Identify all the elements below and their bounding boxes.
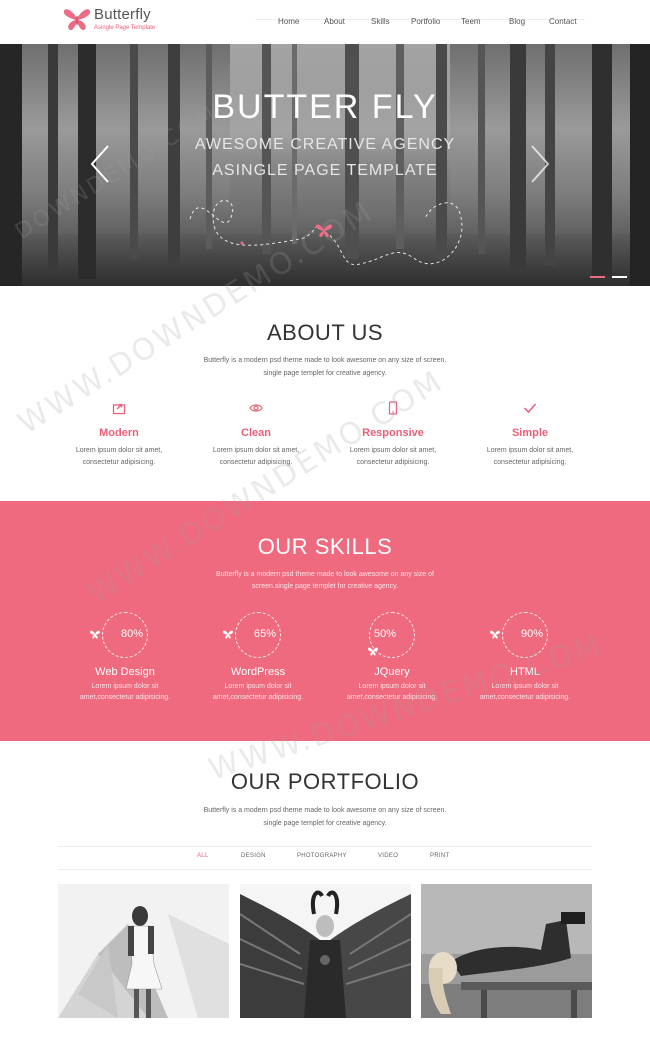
skill-percent: 80%: [121, 628, 144, 640]
feature-title: Clean: [241, 427, 271, 439]
portfolio-title: OUR PORTFOLIO: [230, 769, 420, 794]
nav-item-teem[interactable]: Teem: [461, 17, 481, 26]
skills-title: OUR SKILLS: [257, 534, 393, 559]
hero-title: BUTTER FLY: [212, 88, 438, 126]
filter-all[interactable]: ALL: [197, 853, 209, 859]
portfolio-item-3[interactable]: [421, 884, 592, 1018]
feature-text-line1: Lorem ipsum dolor sit amet,: [349, 447, 437, 454]
filter-video[interactable]: VIDEO: [378, 853, 398, 859]
butterfly-icon: [223, 630, 233, 639]
skill-web-design: 80% Web Design Lorem ipsum dolor sit ame…: [65, 612, 185, 703]
nav-item-contact[interactable]: Contact: [549, 17, 577, 26]
butterfly-icon: [368, 647, 378, 656]
slide-indicator-2[interactable]: [612, 276, 627, 278]
chevron-right-icon[interactable]: [528, 144, 552, 184]
feature-title: Modern: [99, 427, 139, 439]
filter-print[interactable]: PRINT: [430, 853, 450, 859]
skill-html: 90% HTML Lorem ipsum dolor sit amet,cons…: [465, 612, 585, 703]
feature-title: Responsive: [362, 427, 424, 439]
about-desc-line1: Butterfly is a modern psd theme made to …: [203, 357, 447, 364]
feature-text-line1: Lorem ipsum dolor sit amet,: [486, 447, 574, 454]
skill-percent: 90%: [521, 628, 544, 640]
nav-item-about[interactable]: About: [324, 17, 345, 26]
feature-text-line1: Lorem ipsum dolor sit amet,: [212, 447, 300, 454]
export-icon: [112, 403, 126, 415]
slide-indicator-1[interactable]: [590, 276, 605, 278]
skill-name: WordPress: [230, 666, 286, 678]
portfolio-image-woman: [58, 884, 229, 1018]
feature-text-line2: consectetur adipisicing.: [493, 459, 567, 466]
skills-desc-line2: screen.single page templet for creative …: [251, 583, 399, 590]
skill-text-line2: amet,consectetur adipisicing.: [212, 694, 304, 701]
skill-jquery: 50% JQuery Lorem ipsum dolor sit amet,co…: [332, 612, 452, 703]
portfolio-image-winged-figure: [240, 884, 411, 1018]
filter-divider-top: [58, 846, 592, 847]
feature-text-line2: consectetur adipisicing.: [356, 459, 430, 466]
eye-icon: [249, 404, 263, 412]
feature-text-line2: consectetur adipisicing.: [219, 459, 293, 466]
skill-name: JQuery: [374, 666, 410, 678]
main-nav: Home About Skills Portfolio Teem Blog Co…: [0, 17, 650, 29]
nav-item-blog[interactable]: Blog: [509, 17, 525, 26]
skill-percent: 65%: [254, 628, 277, 640]
feature-text-line2: consectetur adipisicing.: [82, 459, 156, 466]
portfolio-desc-line1: Butterfly is a modern psd theme made to …: [203, 807, 447, 814]
chevron-left-icon[interactable]: [88, 144, 112, 184]
skill-progress-ring: 50%: [368, 612, 415, 658]
nav-item-portfolio[interactable]: Portfolio: [411, 17, 440, 26]
skill-text-line1: Lorem ipsum dolor sit: [358, 683, 426, 690]
skill-text-line2: amet,consectetur adipisicing.: [479, 694, 571, 701]
skill-text-line1: Lorem ipsum dolor sit: [491, 683, 559, 690]
butterfly-icon: [490, 630, 500, 639]
skill-wordpress: 65% WordPress Lorem ipsum dolor sit amet…: [198, 612, 318, 703]
portfolio-item-2[interactable]: [240, 884, 411, 1018]
skill-progress-ring: 90%: [490, 612, 548, 658]
hero-slider: BUTTER FLY AWESOME CREATIVE AGENCY ASING…: [0, 44, 650, 286]
nav-item-home[interactable]: Home: [278, 17, 299, 26]
feature-simple: Simple Lorem ipsum dolor sit amet, conse…: [470, 401, 590, 469]
skill-percent: 50%: [374, 628, 397, 640]
portfolio-image-reclining-person: [421, 884, 592, 1018]
skill-name: HTML: [510, 666, 540, 678]
filter-photography[interactable]: PHOTOGRAPHY: [297, 853, 347, 859]
skill-text-line1: Lorem ipsum dolor sit: [224, 683, 292, 690]
feature-clean: Clean Lorem ipsum dolor sit amet, consec…: [196, 401, 316, 469]
filter-design[interactable]: DESIGN: [241, 853, 266, 859]
check-icon: [523, 403, 537, 414]
portfolio-item-1[interactable]: [58, 884, 229, 1018]
skill-text-line2: amet,consectetur adipisicing.: [346, 694, 438, 701]
skills-section: OUR SKILLS Butterfly is a modern psd the…: [0, 501, 650, 741]
feature-responsive: Responsive Lorem ipsum dolor sit amet, c…: [333, 401, 453, 469]
skill-name: Web Design: [95, 666, 155, 678]
feature-modern: Modern Lorem ipsum dolor sit amet, conse…: [59, 401, 179, 469]
feature-text-line1: Lorem ipsum dolor sit amet,: [75, 447, 163, 454]
filter-divider-bottom: [58, 869, 592, 870]
about-desc-line2: single page templet for creative agency.: [263, 370, 387, 377]
portfolio-desc-line2: single page templet for creative agency.: [263, 820, 387, 827]
butterfly-icon: [90, 630, 100, 639]
skill-text-line1: Lorem ipsum dolor sit: [91, 683, 159, 690]
mobile-icon: [388, 401, 398, 415]
skill-text-line2: amet,consectetur adipisicing.: [79, 694, 171, 701]
skill-progress-ring: 80%: [90, 612, 148, 658]
skill-progress-ring: 65%: [223, 612, 281, 658]
nav-item-skills[interactable]: Skills: [371, 17, 390, 26]
feature-title: Simple: [511, 427, 549, 439]
site-header: Butterfly Asingle Page Template Home Abo…: [0, 0, 650, 44]
about-title: ABOUT US: [266, 320, 384, 345]
